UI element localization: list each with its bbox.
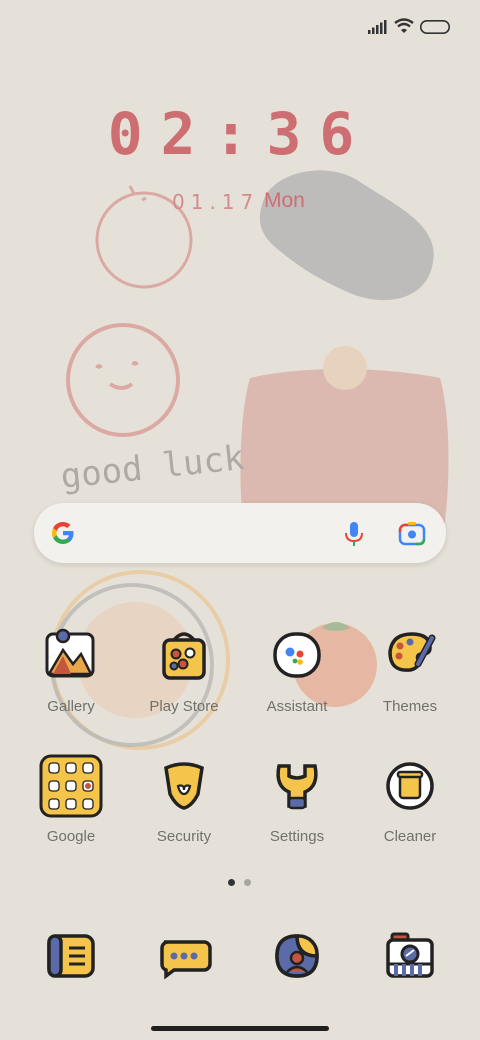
app-themes[interactable]: Themes: [355, 624, 465, 715]
clock-weekday: Mon: [264, 189, 305, 212]
app-google-folder[interactable]: Google: [16, 754, 126, 845]
page-indicator-dot[interactable]: [244, 879, 251, 886]
battery-icon: [420, 20, 450, 34]
app-label: Security: [156, 828, 212, 845]
app-security[interactable]: Security: [129, 754, 239, 845]
gallery-icon: [45, 628, 95, 678]
wallpaper-smiley-doodle: [66, 323, 180, 437]
wallpaper-good-luck-text: good luck: [59, 438, 246, 497]
home-indicator-bar[interactable]: [151, 1026, 329, 1031]
status-bar: [0, 0, 480, 56]
app-label: Settings: [269, 828, 325, 845]
app-cleaner[interactable]: Cleaner: [355, 754, 465, 845]
assistant-icon: [273, 632, 321, 678]
app-label: Assistant: [266, 698, 328, 715]
page-indicator-dot-active[interactable]: [228, 879, 235, 886]
messages-icon[interactable]: [152, 924, 216, 988]
camera-icon[interactable]: [378, 924, 442, 988]
app-assistant[interactable]: Assistant: [242, 624, 352, 715]
google-g-icon: [52, 522, 74, 544]
themes-icon: [388, 632, 436, 672]
app-play-store[interactable]: Play Store: [129, 624, 239, 715]
settings-icon: [276, 764, 318, 810]
signal-icon: [368, 20, 387, 34]
microphone-icon[interactable]: [342, 520, 366, 548]
app-settings[interactable]: Settings: [242, 754, 352, 845]
wifi-icon: [394, 18, 414, 33]
google-folder-icon: [39, 754, 103, 818]
lens-camera-icon[interactable]: [398, 520, 426, 546]
google-search-bar[interactable]: [34, 503, 446, 563]
clock-time[interactable]: 02:36: [0, 100, 480, 168]
play-store-icon: [162, 632, 206, 680]
app-label: Play Store: [149, 698, 219, 715]
app-label: Themes: [382, 698, 438, 715]
app-gallery[interactable]: Gallery: [16, 624, 126, 715]
app-label: Google: [46, 828, 96, 845]
security-icon: [164, 762, 204, 810]
clock-date: 01.17: [172, 190, 260, 214]
cleaner-icon: [386, 762, 434, 810]
phone-icon[interactable]: [39, 924, 103, 988]
app-label: Cleaner: [383, 828, 437, 845]
contacts-icon[interactable]: [265, 924, 329, 988]
app-label: Gallery: [47, 698, 95, 715]
